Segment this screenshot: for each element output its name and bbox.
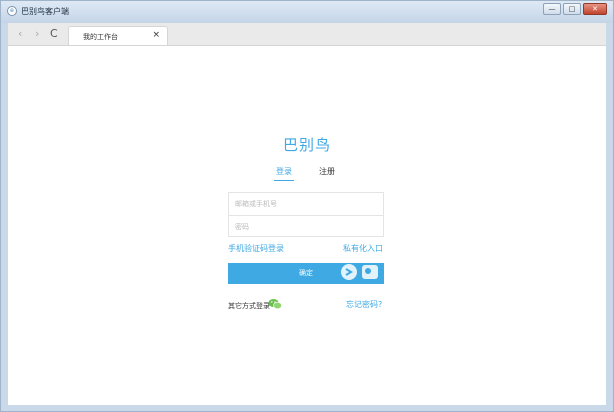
reload-button[interactable]: C xyxy=(50,27,58,41)
sms-login-link[interactable]: 手机验证码登录 xyxy=(228,243,284,254)
window-controls: — □ ✕ xyxy=(541,3,607,15)
forward-button[interactable]: › xyxy=(35,27,39,41)
app-icon: e xyxy=(7,6,17,16)
tab-label: 我的工作台 xyxy=(83,33,118,41)
title-bar: e 巴别鸟客户端 — □ ✕ xyxy=(1,1,613,23)
active-tab-indicator xyxy=(274,180,294,181)
back-button[interactable]: ‹ xyxy=(18,27,22,41)
other-login-label: 其它方式登录 xyxy=(228,302,270,310)
maximize-button[interactable]: □ xyxy=(563,3,581,15)
wechat-icon[interactable] xyxy=(268,298,282,310)
brand-title: 巴别鸟 xyxy=(282,136,331,154)
minimize-button[interactable]: — xyxy=(543,3,561,15)
tab-login[interactable]: 登录 xyxy=(276,166,292,177)
tab-register[interactable]: 注册 xyxy=(319,166,335,177)
close-window-button[interactable]: ✕ xyxy=(583,3,607,15)
private-entry-link[interactable]: 私有化入口 xyxy=(343,243,383,254)
tab-close-icon[interactable]: × xyxy=(152,30,160,40)
credentials-box xyxy=(228,192,384,238)
password-input[interactable] xyxy=(229,216,383,238)
watermark-logo-icon xyxy=(341,264,378,280)
account-input[interactable] xyxy=(229,193,383,215)
submit-button[interactable]: 确定 xyxy=(228,263,384,284)
browser-tab-bar: ‹ › C 我的工作台 × xyxy=(8,23,606,46)
tab-my-workspace[interactable]: 我的工作台 × xyxy=(68,26,168,45)
window-title: 巴别鸟客户端 xyxy=(21,7,69,16)
auth-tabs: 登录 注册 xyxy=(274,166,346,182)
forgot-password-link[interactable]: 忘记密码? xyxy=(346,299,382,310)
submit-label: 确定 xyxy=(299,269,313,277)
